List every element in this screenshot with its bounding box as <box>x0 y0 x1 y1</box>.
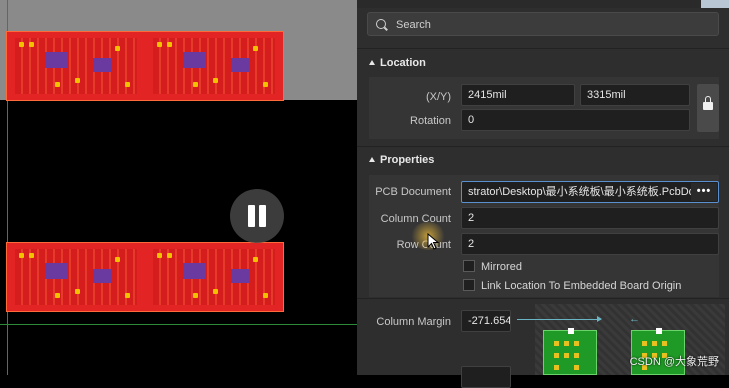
margin-arrow-left-icon: ← <box>629 313 640 325</box>
collapse-triangle-icon <box>369 157 375 162</box>
origin-horizontal-line <box>0 324 357 325</box>
column-margin-label: Column Margin <box>376 316 451 328</box>
embedded-board-row-top[interactable] <box>6 31 284 101</box>
collapse-triangle-icon <box>369 60 375 65</box>
link-location-checkbox[interactable] <box>463 279 475 291</box>
panel-top-button[interactable] <box>701 0 729 8</box>
watermark: CSDN @大象荒野 <box>629 356 719 368</box>
margin-arrow-icon <box>517 316 602 322</box>
section-title: Properties <box>380 154 435 166</box>
properties-section-header[interactable]: Properties <box>369 154 434 166</box>
section-title: Location <box>380 57 426 69</box>
divider <box>357 146 729 147</box>
panel-top-strip <box>357 0 729 8</box>
embedded-board-row-bottom[interactable] <box>6 242 284 312</box>
row-margin-field[interactable] <box>461 366 511 388</box>
divider <box>357 298 729 299</box>
lock-icon <box>703 96 713 110</box>
embedded-board[interactable] <box>153 249 275 305</box>
link-location-label: Link Location To Embedded Board Origin <box>481 280 682 292</box>
ellipsis-icon[interactable]: ••• <box>691 183 717 201</box>
column-count-field[interactable]: 2 <box>461 207 719 229</box>
embedded-board[interactable] <box>15 249 137 305</box>
y-location-field[interactable]: 3315mil <box>580 84 690 106</box>
location-section-header[interactable]: Location <box>369 57 426 69</box>
column-margin-field[interactable]: -271.654 <box>461 310 511 332</box>
preview-board-left <box>543 328 597 375</box>
xy-label: (X/Y) <box>425 91 451 103</box>
embedded-board[interactable] <box>153 38 275 94</box>
search-icon <box>376 19 386 29</box>
search-input[interactable] <box>394 16 698 34</box>
rotation-label: Rotation <box>410 115 451 127</box>
rotation-field[interactable]: 0 <box>461 109 690 131</box>
cursor-icon <box>427 233 440 250</box>
x-location-field[interactable]: 2415mil <box>461 84 575 106</box>
pcb-canvas[interactable] <box>0 0 357 375</box>
pcb-document-label: PCB Document <box>375 186 451 198</box>
pcb-document-field[interactable]: strator\Desktop\最小系统板\最小系统板.PcbDoc ••• <box>461 181 719 203</box>
row-count-field[interactable]: 2 <box>461 233 719 255</box>
search-box[interactable] <box>367 12 719 36</box>
mirrored-label: Mirrored <box>481 261 522 273</box>
mirrored-checkbox[interactable] <box>463 260 475 272</box>
lock-button[interactable] <box>697 84 719 132</box>
pcb-document-value: strator\Desktop\最小系统板\最小系统板.PcbDoc <box>468 186 701 198</box>
pause-icon[interactable] <box>230 189 284 243</box>
embedded-board[interactable] <box>15 38 137 94</box>
column-count-label: Column Count <box>380 213 451 225</box>
properties-panel: Location (X/Y) 2415mil 3315mil Rotation … <box>357 0 729 388</box>
divider <box>357 48 729 49</box>
